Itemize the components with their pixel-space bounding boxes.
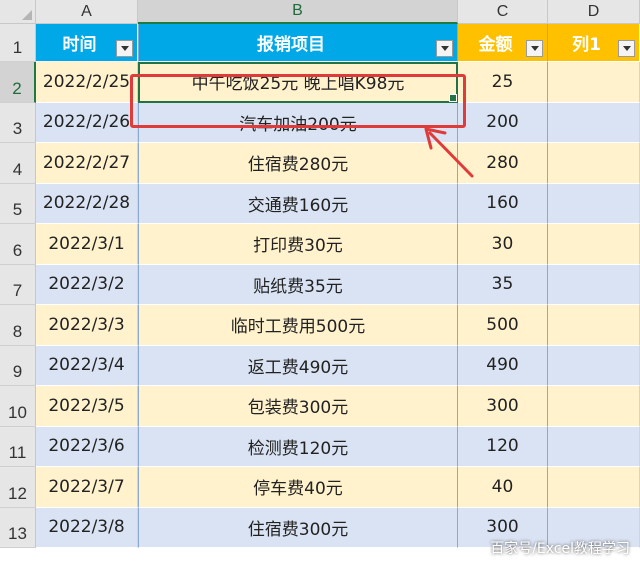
cell-date[interactable]: 2022/2/27 [36,143,138,184]
fill-handle[interactable] [449,93,457,102]
cell-amount[interactable]: 35 [458,264,548,305]
cell-amount[interactable]: 25 [458,62,548,103]
cell-item[interactable]: 贴纸费35元 [138,264,458,305]
spreadsheet-grid: A B C D 1 时间 报销项目 金额 列1 2 2022/2/25 中午吃饭… [0,0,640,570]
row-header[interactable]: 1 [0,24,36,62]
cell-item[interactable]: 检测费120元 [138,426,458,467]
cell-amount[interactable]: 490 [458,345,548,386]
table-header-label: 列1 [572,35,601,55]
cell-item[interactable]: 汽车加油200元 [138,102,458,143]
cell-item[interactable]: 住宿费300元 [138,507,458,548]
cell-date[interactable]: 2022/3/5 [36,386,138,427]
filter-dropdown-icon[interactable] [116,40,133,57]
cell-col1[interactable] [548,426,640,467]
cell-col1[interactable] [548,183,640,224]
cell-item[interactable]: 临时工费用500元 [138,305,458,346]
row-header[interactable]: 5 [0,183,36,224]
cell-item[interactable]: 打印费30元 [138,224,458,265]
watermark: 百家号/Excel教程学习 [490,541,630,557]
cell-amount[interactable]: 200 [458,102,548,143]
cell-col1[interactable] [548,143,640,184]
table-header-date[interactable]: 时间 [36,24,138,62]
cell-item[interactable]: 交通费160元 [138,183,458,224]
table-header-label: 时间 [62,35,97,55]
column-header-a[interactable]: A [36,0,138,24]
cell-col1[interactable] [548,345,640,386]
row-header[interactable]: 7 [0,264,36,305]
cell-date[interactable]: 2022/2/25 [36,62,138,103]
cell-col1[interactable] [548,467,640,508]
cell-col1[interactable] [548,264,640,305]
row-header[interactable]: 13 [0,507,36,548]
cell-col1[interactable] [548,62,640,103]
cell-item-text: 中午吃饭25元 晚上唱K98元 [191,74,405,95]
cell-col1[interactable] [548,305,640,346]
cell-amount[interactable]: 40 [458,467,548,508]
filter-dropdown-icon[interactable] [526,40,543,57]
row-header[interactable]: 6 [0,224,36,265]
cell-item[interactable]: 包装费300元 [138,386,458,427]
cell-amount[interactable]: 160 [458,183,548,224]
cell-date[interactable]: 2022/2/26 [36,102,138,143]
row-header[interactable]: 12 [0,467,36,508]
cell-item-selected[interactable]: 中午吃饭25元 晚上唱K98元 [138,62,458,103]
table-header-label: 金额 [478,35,513,55]
row-header[interactable]: 11 [0,426,36,467]
cell-col1[interactable] [548,386,640,427]
row-header[interactable]: 2 [0,62,36,103]
cell-date[interactable]: 2022/2/28 [36,183,138,224]
cell-amount[interactable]: 120 [458,426,548,467]
cell-date[interactable]: 2022/3/2 [36,264,138,305]
filter-dropdown-icon[interactable] [618,40,635,57]
table-header-item[interactable]: 报销项目 [138,24,458,62]
cell-col1[interactable] [548,224,640,265]
column-header-d[interactable]: D [548,0,640,24]
cell-date[interactable]: 2022/3/4 [36,345,138,386]
select-all-corner[interactable] [0,0,36,24]
table-header-label: 报销项目 [257,35,325,55]
row-header[interactable]: 8 [0,305,36,346]
cell-amount[interactable]: 30 [458,224,548,265]
row-header[interactable]: 3 [0,102,36,143]
filter-dropdown-icon[interactable] [436,40,453,57]
table-header-col1[interactable]: 列1 [548,24,640,62]
cell-date[interactable]: 2022/3/7 [36,467,138,508]
cell-date[interactable]: 2022/3/1 [36,224,138,265]
cell-date[interactable]: 2022/3/8 [36,507,138,548]
column-header-b[interactable]: B [138,0,458,24]
cell-date[interactable]: 2022/3/3 [36,305,138,346]
column-header-c[interactable]: C [458,0,548,24]
row-header[interactable]: 10 [0,386,36,427]
cell-date[interactable]: 2022/3/6 [36,426,138,467]
cell-item[interactable]: 返工费490元 [138,345,458,386]
table-header-amount[interactable]: 金额 [458,24,548,62]
row-header[interactable]: 4 [0,143,36,184]
cell-item[interactable]: 停车费40元 [138,467,458,508]
cell-amount[interactable]: 500 [458,305,548,346]
cell-col1[interactable] [548,102,640,143]
row-header[interactable]: 9 [0,345,36,386]
cell-item[interactable]: 住宿费280元 [138,143,458,184]
cell-amount[interactable]: 280 [458,143,548,184]
cell-amount[interactable]: 300 [458,386,548,427]
